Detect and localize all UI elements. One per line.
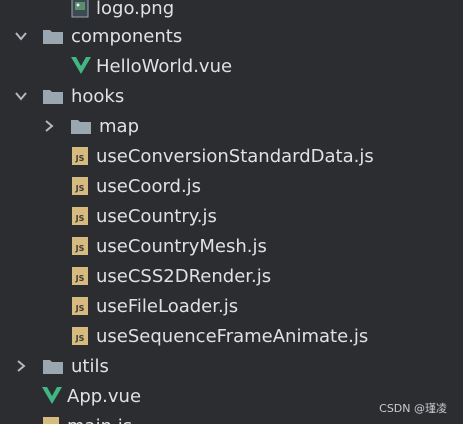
tree-item-usesequenceframeanimate-js[interactable]: JS useSequenceFrameAnimate.js xyxy=(0,321,463,351)
svg-text:JS: JS xyxy=(75,334,85,343)
chevron-right-icon[interactable] xyxy=(42,119,56,133)
tree-item-label: useSequenceFrameAnimate.js xyxy=(96,325,369,347)
tree-item-label: utils xyxy=(71,355,109,377)
tree-item-usecountry-js[interactable]: JS useCountry.js xyxy=(0,201,463,231)
js-file-icon: JS xyxy=(71,266,89,286)
tree-item-label: useCountry.js xyxy=(96,205,217,227)
tree-item-label: components xyxy=(71,25,183,47)
tree-item-label: map xyxy=(99,115,139,137)
vue-file-icon xyxy=(71,56,91,76)
tree-item-label: useCountryMesh.js xyxy=(96,235,267,257)
image-file-icon xyxy=(71,0,89,18)
js-file-icon: JS xyxy=(71,236,89,256)
tree-item-label: useCoord.js xyxy=(96,175,202,197)
tree-item-label: useCSS2DRender.js xyxy=(96,265,272,287)
tree-item-hooks[interactable]: hooks xyxy=(0,81,463,111)
svg-text:JS: JS xyxy=(75,244,85,253)
tree-item-label: useConversionStandardData.js xyxy=(96,145,374,167)
svg-text:JS: JS xyxy=(75,274,85,283)
js-file-icon: JS xyxy=(71,326,89,346)
tree-item-useconversionstandarddata-js[interactable]: JS useConversionStandardData.js xyxy=(0,141,463,171)
tree-item-label: hooks xyxy=(71,85,125,107)
folder-icon xyxy=(42,357,64,375)
tree-item-usecountrymesh-js[interactable]: JS useCountryMesh.js xyxy=(0,231,463,261)
js-file-icon: JS xyxy=(71,176,89,196)
tree-item-usecss2drender-js[interactable]: JS useCSS2DRender.js xyxy=(0,261,463,291)
svg-text:JS: JS xyxy=(75,304,85,313)
chevron-right-icon[interactable] xyxy=(14,359,28,373)
tree-item-helloworld-vue[interactable]: HelloWorld.vue xyxy=(0,51,463,81)
js-file-icon: JS xyxy=(71,206,89,226)
svg-text:JS: JS xyxy=(75,214,85,223)
chevron-down-icon[interactable] xyxy=(14,89,28,103)
vue-file-icon xyxy=(42,386,62,406)
chevron-down-icon[interactable] xyxy=(14,29,28,43)
js-file-icon: JS xyxy=(71,146,89,166)
tree-item-usecoord-js[interactable]: JS useCoord.js xyxy=(0,171,463,201)
project-file-tree: logo.png components HelloWorld.vue hooks… xyxy=(0,0,463,424)
tree-item-label: useFileLoader.js xyxy=(96,295,239,317)
svg-text:JS: JS xyxy=(75,184,85,193)
js-file-icon: JS xyxy=(42,416,60,424)
tree-item-usefileloader-js[interactable]: JS useFileLoader.js xyxy=(0,291,463,321)
tree-item-logo-png[interactable]: logo.png xyxy=(0,0,463,23)
js-file-icon: JS xyxy=(71,296,89,316)
svg-text:JS: JS xyxy=(75,154,85,163)
tree-item-label: logo.png xyxy=(96,0,175,19)
folder-icon xyxy=(42,87,64,105)
tree-item-label: main.js xyxy=(67,416,132,424)
tree-item-map[interactable]: map xyxy=(0,111,463,141)
folder-icon xyxy=(70,117,92,135)
tree-item-label: HelloWorld.vue xyxy=(96,55,233,77)
folder-icon xyxy=(42,27,64,45)
watermark: CSDN @瑾凌 xyxy=(379,402,447,415)
tree-item-utils[interactable]: utils xyxy=(0,351,463,381)
tree-item-components[interactable]: components xyxy=(0,21,463,51)
tree-item-label: App.vue xyxy=(67,385,142,407)
